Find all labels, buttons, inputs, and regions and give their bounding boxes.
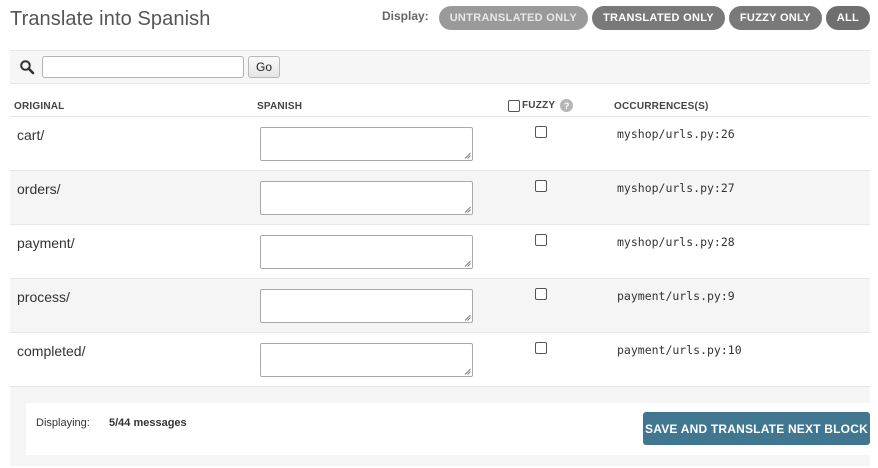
- translation-textarea[interactable]: [260, 181, 473, 215]
- resize-grip-icon[interactable]: [464, 152, 471, 159]
- page-title: Translate into Spanish: [10, 8, 211, 30]
- fuzzy-select-all-checkbox[interactable]: [508, 99, 520, 112]
- table-header: ORIGINAL SPANISH FUZZY ? OCCURRENCES(S): [10, 96, 870, 117]
- original-text: completed/: [17, 343, 86, 359]
- resize-grip-icon[interactable]: [464, 314, 471, 321]
- go-button[interactable]: Go: [248, 56, 281, 78]
- displaying-count: 5/44 messages: [109, 417, 187, 429]
- translation-textarea[interactable]: [260, 127, 473, 161]
- resize-grip-icon[interactable]: [464, 206, 471, 213]
- search-icon: [19, 59, 35, 75]
- table-row: payment/ myshop/urls.py:28: [10, 225, 870, 279]
- footer-submit-row: Displaying: 5/44 messages SAVE AND TRANS…: [10, 386, 870, 466]
- fuzzy-checkbox[interactable]: [535, 234, 547, 246]
- table-row: process/ payment/urls.py:9: [10, 279, 870, 333]
- occurrence-ref: payment/urls.py:9: [617, 289, 735, 303]
- filter-untranslated-only-button[interactable]: UNTRANSLATED ONLY: [438, 6, 589, 30]
- original-text: orders/: [17, 181, 61, 197]
- original-text: cart/: [17, 127, 45, 143]
- display-label: Display:: [382, 9, 429, 23]
- displaying-label: Displaying:: [36, 417, 90, 429]
- table-row: cart/ myshop/urls.py:26: [10, 117, 870, 171]
- table-row: orders/ myshop/urls.py:27: [10, 171, 870, 225]
- save-and-translate-next-block-button[interactable]: SAVE AND TRANSLATE NEXT BLOCK: [643, 412, 870, 445]
- header-fuzzy: FUZZY ?: [508, 99, 574, 112]
- fuzzy-checkbox[interactable]: [535, 180, 547, 192]
- table-row: completed/ payment/urls.py:10: [10, 333, 870, 387]
- fuzzy-checkbox[interactable]: [535, 126, 547, 138]
- header-original: ORIGINAL: [14, 101, 65, 112]
- filter-fuzzy-only-button[interactable]: FUZZY ONLY: [728, 6, 822, 30]
- original-text: payment/: [17, 235, 75, 251]
- occurrence-ref: myshop/urls.py:26: [617, 127, 735, 141]
- fuzzy-checkbox[interactable]: [535, 288, 547, 300]
- occurrence-ref: payment/urls.py:10: [617, 343, 742, 357]
- original-text: process/: [17, 289, 70, 305]
- search-input[interactable]: [42, 56, 244, 78]
- footer-panel: Displaying: 5/44 messages SAVE AND TRANS…: [26, 403, 870, 455]
- display-filter-bar: Display: UNTRANSLATED ONLY TRANSLATED ON…: [382, 6, 870, 30]
- header-occurrences: OCCURRENCES(S): [614, 101, 709, 112]
- occurrence-ref: myshop/urls.py:27: [617, 181, 735, 195]
- resize-grip-icon[interactable]: [464, 368, 471, 375]
- translation-textarea[interactable]: [260, 235, 473, 269]
- occurrence-ref: myshop/urls.py:28: [617, 235, 735, 249]
- fuzzy-checkbox[interactable]: [535, 342, 547, 354]
- filter-all-button[interactable]: ALL: [825, 6, 870, 30]
- header-spanish: SPANISH: [257, 101, 303, 112]
- help-icon[interactable]: ?: [560, 99, 574, 112]
- header-fuzzy-label: FUZZY: [522, 100, 556, 111]
- filter-translated-only-button[interactable]: TRANSLATED ONLY: [592, 6, 725, 30]
- resize-grip-icon[interactable]: [464, 260, 471, 267]
- translation-table: ORIGINAL SPANISH FUZZY ? OCCURRENCES(S) …: [10, 96, 870, 387]
- translation-textarea[interactable]: [260, 289, 473, 323]
- search-bar: Go: [10, 50, 870, 84]
- translation-textarea[interactable]: [260, 343, 473, 377]
